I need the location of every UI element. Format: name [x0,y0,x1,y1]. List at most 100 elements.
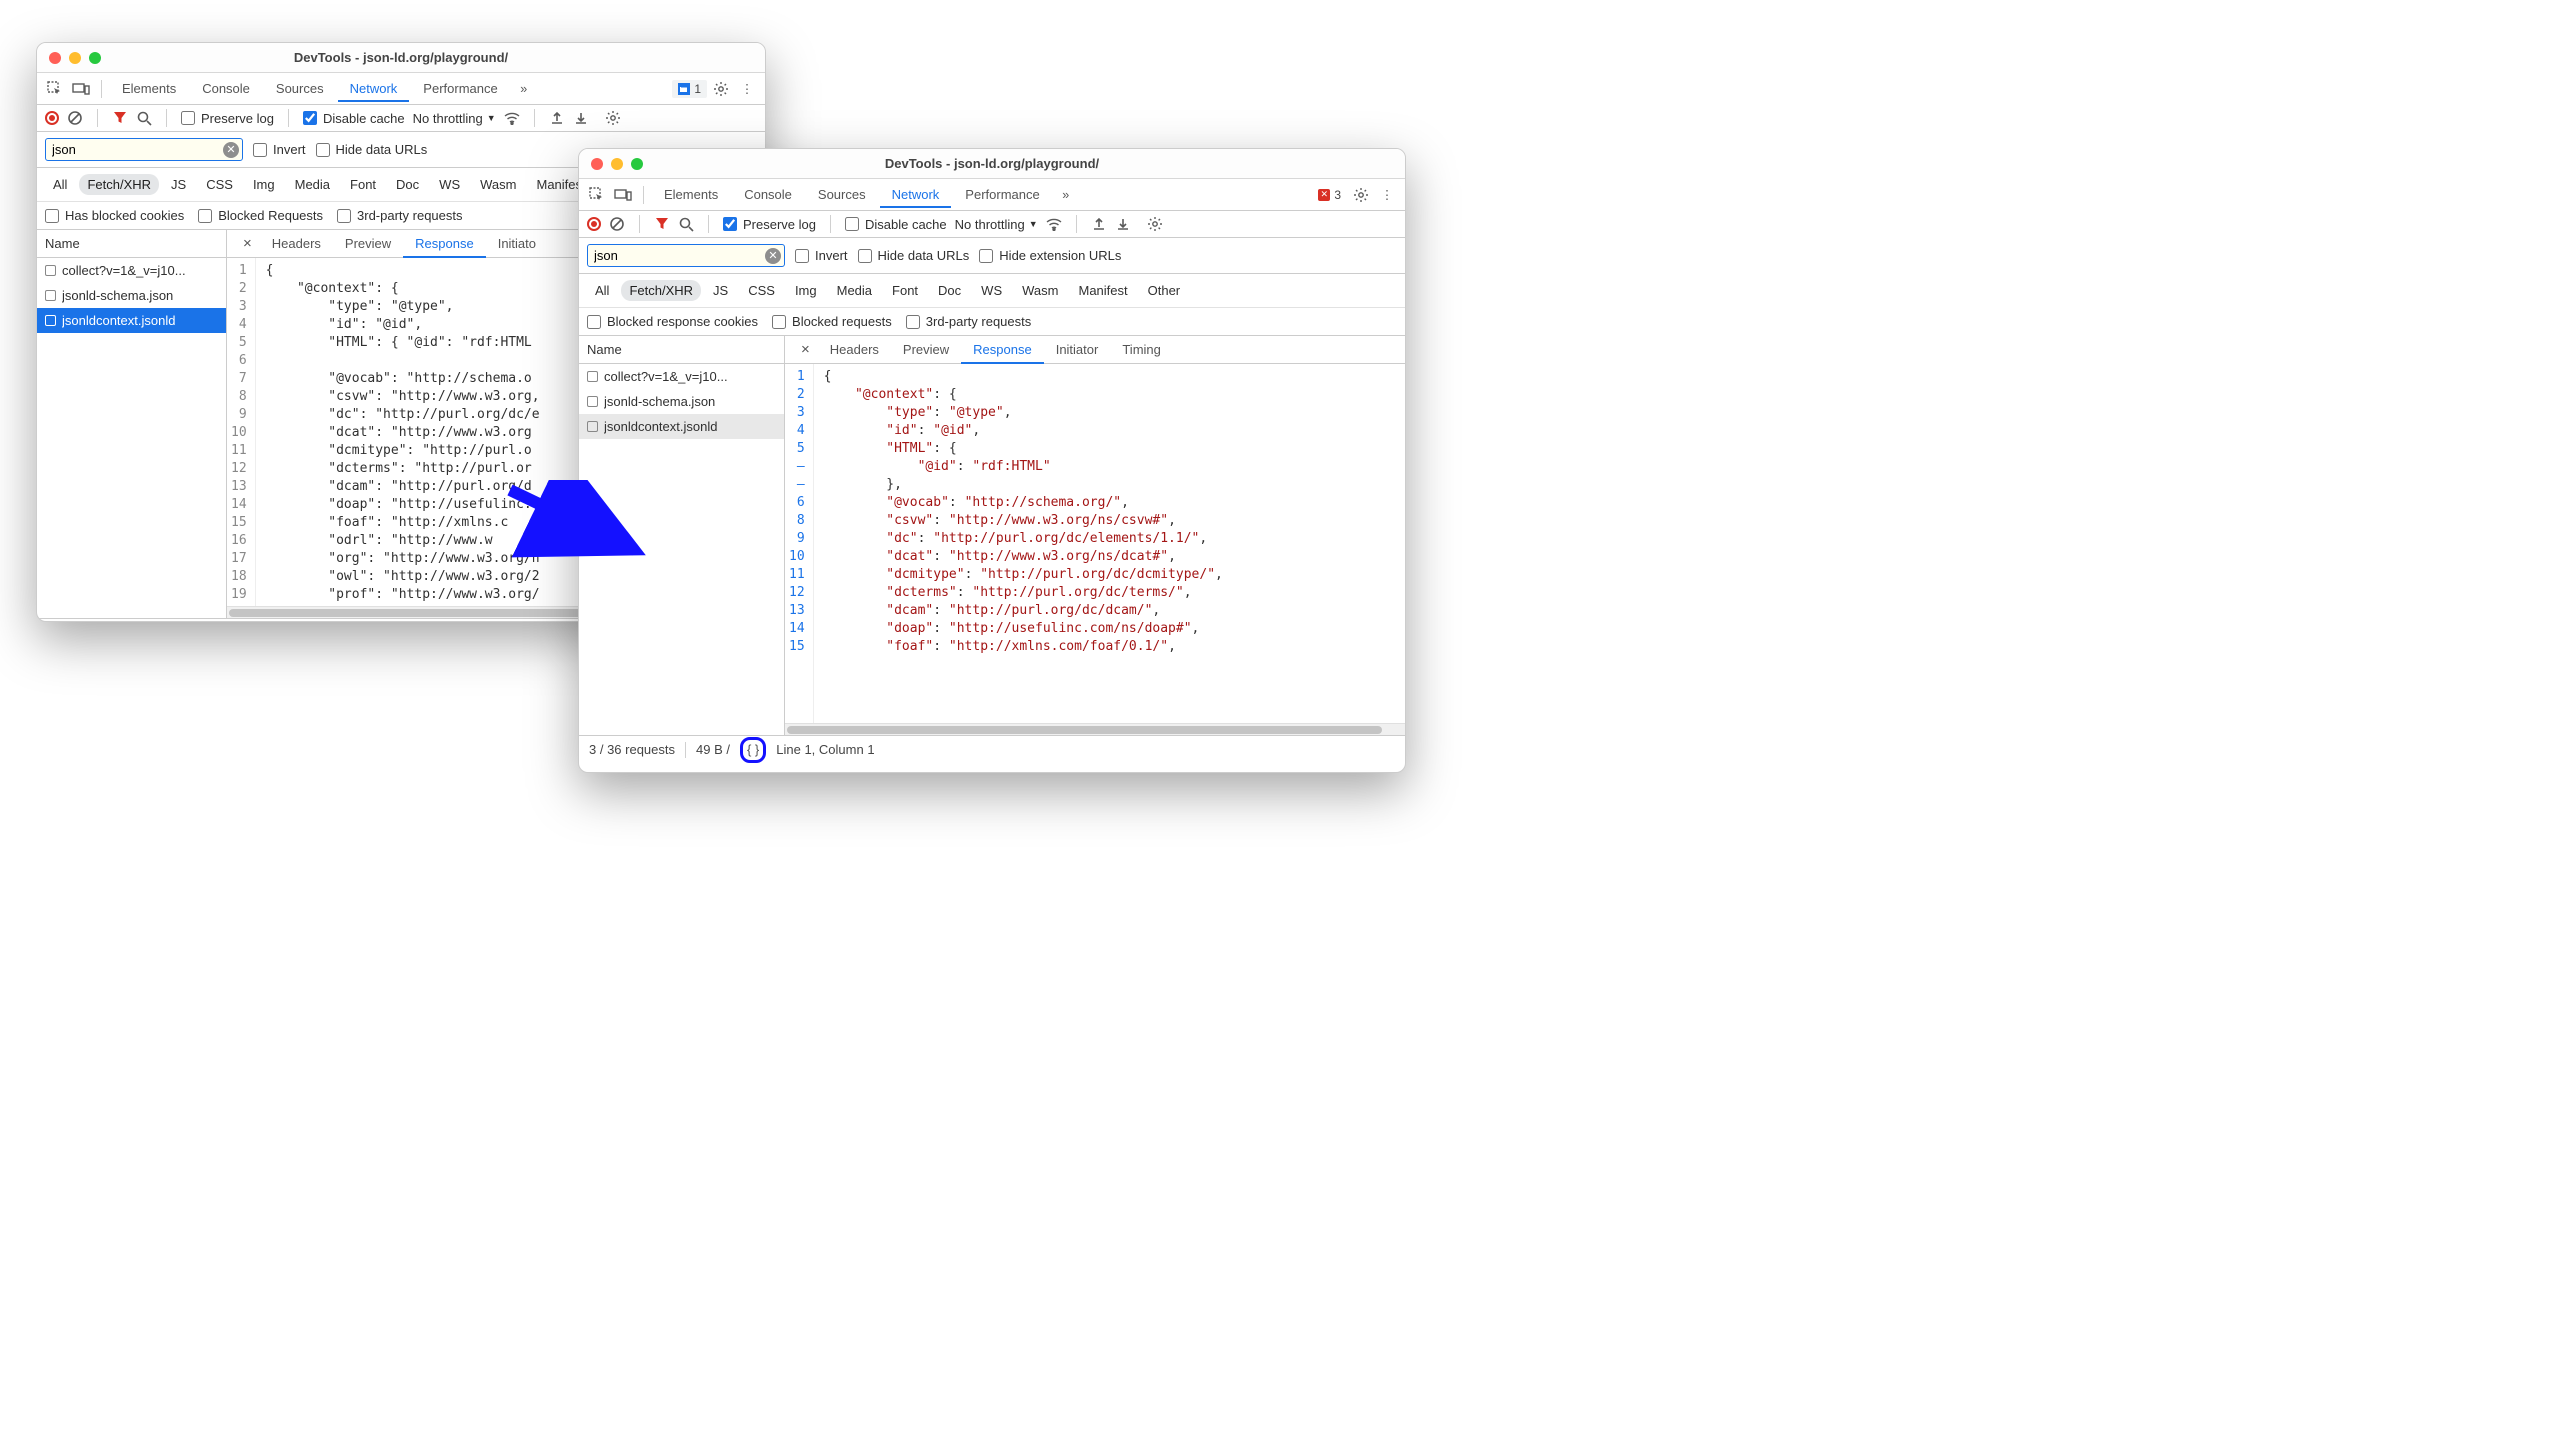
type-css[interactable]: CSS [740,280,783,301]
hide-extension-urls-checkbox[interactable]: Hide extension URLs [979,248,1121,263]
detail-tab-preview[interactable]: Preview [333,231,403,256]
name-column-header[interactable]: Name [579,336,784,364]
detail-tab-headers[interactable]: Headers [818,337,891,362]
settings-icon[interactable] [709,77,733,101]
type-media[interactable]: Media [287,174,338,195]
detail-tab-preview[interactable]: Preview [891,337,961,362]
detail-tab-timing[interactable]: Timing [1110,337,1173,362]
detail-tab-response[interactable]: Response [961,337,1044,364]
type-img[interactable]: Img [245,174,283,195]
download-icon[interactable] [1115,216,1131,232]
disable-cache-checkbox[interactable]: Disable cache [845,217,947,232]
tab-elements[interactable]: Elements [110,75,188,102]
type-fetchxhr[interactable]: Fetch/XHR [621,280,701,301]
type-js[interactable]: JS [163,174,194,195]
detail-tab-response[interactable]: Response [403,231,486,258]
block-checkbox[interactable]: 3rd-party requests [337,208,463,223]
tab-network[interactable]: Network [880,181,952,208]
filter-input[interactable] [45,138,243,161]
request-row[interactable]: jsonld-schema.json [579,389,784,414]
hide-data-urls-checkbox[interactable]: Hide data URLs [316,142,428,157]
settings-icon[interactable] [1349,183,1373,207]
minimize-window-button[interactable] [69,52,81,64]
block-checkbox[interactable]: Blocked Requests [198,208,323,223]
hide-data-urls-checkbox[interactable]: Hide data URLs [858,248,970,263]
detail-tab-initiator[interactable]: Initiator [1044,337,1111,362]
tab-sources[interactable]: Sources [264,75,336,102]
type-all[interactable]: All [587,280,617,301]
upload-icon[interactable] [1091,216,1107,232]
zoom-window-button[interactable] [631,158,643,170]
tab-elements[interactable]: Elements [652,181,730,208]
record-button[interactable] [587,217,601,231]
clear-filter-icon[interactable]: ✕ [223,142,239,158]
type-manifest[interactable]: Manifest [1070,280,1135,301]
tab-performance[interactable]: Performance [411,75,509,102]
type-wasm[interactable]: Wasm [472,174,524,195]
record-button[interactable] [45,111,59,125]
type-media[interactable]: Media [829,280,880,301]
more-tabs-icon[interactable]: » [1054,183,1078,207]
detail-tab-headers[interactable]: Headers [260,231,333,256]
upload-icon[interactable] [549,110,565,126]
type-ws[interactable]: WS [973,280,1010,301]
request-row[interactable]: collect?v=1&_v=j10... [37,258,226,283]
request-row[interactable]: jsonld-schema.json [37,283,226,308]
disable-cache-checkbox[interactable]: Disable cache [303,111,405,126]
search-icon[interactable] [136,110,152,126]
block-checkbox[interactable]: Has blocked cookies [45,208,184,223]
type-ws[interactable]: WS [431,174,468,195]
block-checkbox[interactable]: Blocked requests [772,314,892,329]
name-column-header[interactable]: Name [37,230,226,258]
zoom-window-button[interactable] [89,52,101,64]
type-other[interactable]: Other [1140,280,1189,301]
clear-icon[interactable] [609,216,625,232]
filter-icon[interactable] [112,110,128,126]
type-doc[interactable]: Doc [930,280,969,301]
preserve-log-checkbox[interactable]: Preserve log [723,217,816,232]
horizontal-scrollbar[interactable] [785,723,1405,735]
type-all[interactable]: All [45,174,75,195]
tab-console[interactable]: Console [732,181,804,208]
type-css[interactable]: CSS [198,174,241,195]
type-font[interactable]: Font [342,174,384,195]
response-body[interactable]: { "@context": { "type": "@type", "id": "… [814,364,1223,723]
throttling-select[interactable]: No throttling▼ [955,217,1038,232]
invert-checkbox[interactable]: Invert [253,142,306,157]
close-window-button[interactable] [49,52,61,64]
messages-badge[interactable]: 1 [672,80,707,98]
throttling-select[interactable]: No throttling▼ [413,111,496,126]
inspect-icon[interactable] [43,77,67,101]
errors-badge[interactable]: ✕3 [1312,186,1347,204]
invert-checkbox[interactable]: Invert [795,248,848,263]
type-img[interactable]: Img [787,280,825,301]
filter-icon[interactable] [654,216,670,232]
type-fetchxhr[interactable]: Fetch/XHR [79,174,159,195]
type-js[interactable]: JS [705,280,736,301]
clear-filter-icon[interactable]: ✕ [765,248,781,264]
detail-tab-initiato[interactable]: Initiato [486,231,548,256]
request-row[interactable]: jsonldcontext.jsonld [37,308,226,333]
tab-sources[interactable]: Sources [806,181,878,208]
device-icon[interactable] [69,77,93,101]
type-wasm[interactable]: Wasm [1014,280,1066,301]
net-settings-icon[interactable] [605,110,621,126]
request-row[interactable]: jsonldcontext.jsonld [579,414,784,439]
filter-input[interactable] [587,244,785,267]
response-body[interactable]: { "@context": { "type": "@type", "id": "… [256,258,540,606]
type-doc[interactable]: Doc [388,174,427,195]
search-icon[interactable] [678,216,694,232]
kebab-icon[interactable]: ⋮ [1375,183,1399,207]
close-window-button[interactable] [591,158,603,170]
inspect-icon[interactable] [585,183,609,207]
preserve-log-checkbox[interactable]: Preserve log [181,111,274,126]
tab-network[interactable]: Network [338,75,410,102]
request-row[interactable]: collect?v=1&_v=j10... [579,364,784,389]
tab-console[interactable]: Console [190,75,262,102]
clear-icon[interactable] [67,110,83,126]
close-details-icon[interactable]: × [793,341,818,358]
tab-performance[interactable]: Performance [953,181,1051,208]
type-font[interactable]: Font [884,280,926,301]
wifi-icon[interactable] [1046,216,1062,232]
device-icon[interactable] [611,183,635,207]
